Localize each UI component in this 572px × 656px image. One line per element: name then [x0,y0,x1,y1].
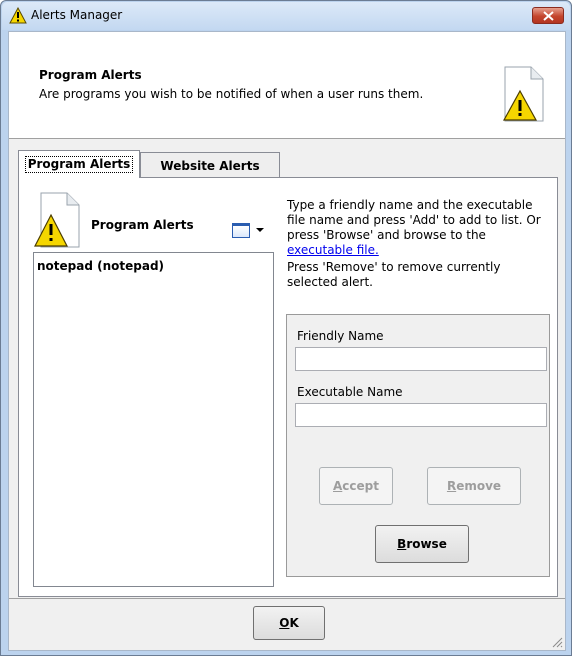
tab-website-alerts-label: Website Alerts [160,158,260,173]
view-menu-button[interactable] [232,220,276,242]
ok-label: K [289,616,299,630]
remove-button[interactable]: Remove [427,467,521,505]
list-heading: Program Alerts [91,218,194,232]
alerts-manager-window: Alerts Manager Program Alerts Are progra… [0,0,572,656]
tab-program-alerts[interactable]: Program Alerts [18,150,140,178]
warning-icon [9,7,27,24]
list-item[interactable]: notepad (notepad) [34,253,273,273]
resize-grip-icon[interactable] [551,636,563,648]
remove-mnemonic: R [446,479,457,493]
executable-file-link[interactable]: executable file. [287,243,379,257]
browse-button[interactable]: Browse [375,525,469,563]
tab-program-alerts-label: Program Alerts [24,156,134,173]
window-view-icon [232,223,250,238]
title-bar[interactable]: Alerts Manager [2,2,570,30]
document-warning-icon [502,66,544,122]
header-title: Program Alerts [39,68,142,82]
tab-website-alerts[interactable]: Website Alerts [140,152,280,178]
browse-mnemonic: B [397,537,407,551]
accept-button[interactable]: Accept [319,467,393,505]
document-warning-icon [34,192,80,248]
browse-label: rowse [406,537,447,551]
ok-mnemonic: O [279,616,290,630]
remove-label: emove [456,479,502,493]
accept-label: ccept [342,479,379,493]
alert-editor-group: Friendly Name Executable Name Accept Rem… [286,314,550,577]
header-description: Are programs you wish to be notified of … [39,87,424,101]
header-banner: Program Alerts Are programs you wish to … [9,32,565,139]
executable-name-input[interactable] [295,403,547,427]
instructions-line-1: Type a friendly name and the executable … [287,198,541,242]
instructions-line-2: Press 'Remove' to remove currently selec… [287,260,501,289]
dialog-client-area: Program Alerts Are programs you wish to … [8,31,566,651]
close-icon [542,10,554,21]
executable-name-label: Executable Name [297,385,403,399]
program-alerts-list[interactable]: notepad (notepad) [33,252,274,587]
window-title: Alerts Manager [31,8,123,22]
chevron-down-icon [256,228,264,232]
close-button[interactable] [532,7,564,24]
instructions-paragraph-1: Type a friendly name and the executable … [287,198,547,258]
footer-divider [9,598,565,599]
instructions-text: Type a friendly name and the executable … [287,198,547,292]
friendly-name-label: Friendly Name [297,329,384,343]
ok-button[interactable]: OK [253,606,325,640]
accept-mnemonic: A [333,479,343,493]
friendly-name-input[interactable] [295,347,547,371]
